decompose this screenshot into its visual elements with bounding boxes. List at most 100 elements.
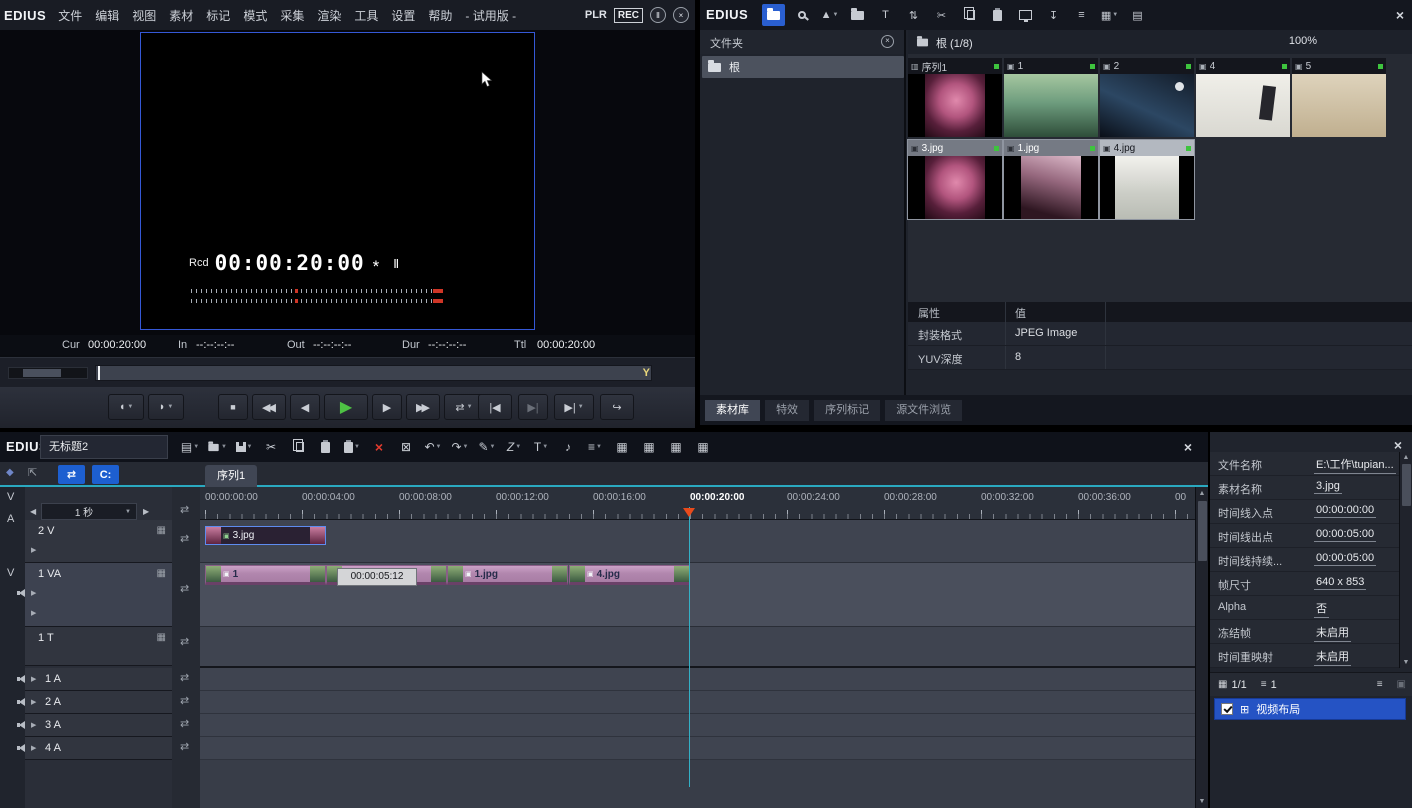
plr-mode-button[interactable]: PLR: [585, 9, 607, 21]
info-value[interactable]: 未启用: [1314, 624, 1351, 642]
column-divider[interactable]: [1005, 302, 1006, 322]
menu-clip[interactable]: 素材: [169, 7, 193, 24]
expand-track-button[interactable]: ▶: [31, 744, 36, 752]
zoom-out-button[interactable]: ◀: [30, 507, 36, 516]
ripple-delete-button[interactable]: ⊠: [394, 435, 418, 459]
timeline-vscrollbar[interactable]: ▲ ▼: [1195, 487, 1208, 808]
track-row-4a[interactable]: [200, 737, 1195, 760]
expand-track-button[interactable]: ▶: [31, 675, 36, 683]
tab-sequence1[interactable]: 序列1: [205, 465, 257, 487]
info-menu-button[interactable]: ≡: [1377, 679, 1383, 690]
tab-effects-page[interactable]: ▦1/1: [1218, 679, 1247, 691]
track-header-3a[interactable]: ▶ 3 A: [25, 714, 172, 737]
folder-item-root[interactable]: 根: [702, 56, 904, 78]
track-header-2a[interactable]: ▶ 2 A: [25, 691, 172, 714]
info-value[interactable]: 3.jpg: [1314, 480, 1342, 494]
title-button[interactable]: T▼: [529, 435, 553, 459]
info-palette-button[interactable]: ▣: [1397, 679, 1406, 690]
track-row-2a[interactable]: [200, 691, 1195, 714]
open-project-button[interactable]: ▼: [205, 435, 229, 459]
bin-tools-button[interactable]: ▤: [1126, 4, 1149, 26]
clip-4jpg[interactable]: ▣4.jpg: [569, 565, 690, 585]
menu-file[interactable]: 文件: [58, 7, 82, 24]
speaker-icon[interactable]: [17, 698, 27, 707]
redo-button[interactable]: ↷▼: [448, 435, 472, 459]
video-layout-item[interactable]: ⊞ 视频布局: [1214, 698, 1406, 720]
info-value[interactable]: 00:00:05:00: [1314, 552, 1376, 566]
rewind-button[interactable]: ◀◀: [252, 394, 286, 420]
next-edit-disabled-button[interactable]: ▶|: [518, 394, 548, 420]
track-sync-toggle[interactable]: ⇄: [180, 532, 189, 545]
asset-card-selected[interactable]: ▣3.jpg: [908, 140, 1002, 219]
c-mode-button[interactable]: C:: [92, 465, 119, 484]
tab-bin[interactable]: 素材库: [705, 400, 760, 421]
next-frame-button[interactable]: ▶: [372, 394, 402, 420]
scroll-down-icon[interactable]: ▼: [1196, 798, 1208, 805]
speaker-icon[interactable]: [17, 744, 27, 753]
menu-render[interactable]: 渲染: [317, 7, 341, 24]
track-row-1a[interactable]: [200, 668, 1195, 691]
next-edit-button[interactable]: ▶|▼: [554, 394, 594, 420]
undo-button[interactable]: ↶▼: [421, 435, 445, 459]
scroll-up-icon[interactable]: ▲: [1196, 490, 1208, 497]
set-out-button[interactable]: ◗▼: [148, 394, 184, 420]
tab-effects[interactable]: 特效: [765, 400, 809, 421]
zoom-in-button[interactable]: ▶: [143, 507, 149, 516]
track-header-4a[interactable]: ▶ 4 A: [25, 737, 172, 760]
track-row-3a[interactable]: [200, 714, 1195, 737]
trim-handle-icon[interactable]: Y: [643, 366, 650, 380]
checkbox-checked[interactable]: [1221, 703, 1233, 715]
menu-settings[interactable]: 设置: [391, 7, 415, 24]
info-value[interactable]: 00:00:00:00: [1314, 504, 1376, 518]
rec-mode-button[interactable]: REC: [614, 8, 643, 23]
new-sequence-button[interactable]: ▤▼: [178, 435, 202, 459]
video-preview[interactable]: Rcd00:00:20:00*Ⅱ: [140, 32, 535, 330]
asset-card-sequence[interactable]: ▥序列1: [908, 58, 1002, 137]
info-value[interactable]: 未启用: [1314, 648, 1351, 666]
close-info-button[interactable]: ×: [1394, 437, 1402, 453]
replace-button[interactable]: ▼: [340, 435, 364, 459]
fast-forward-button[interactable]: ▶▶: [406, 394, 440, 420]
asset-card[interactable]: ▣5: [1292, 58, 1386, 137]
scroll-thumb[interactable]: [1402, 464, 1411, 506]
expand-track-button[interactable]: ▶: [31, 721, 36, 729]
track-sync-toggle[interactable]: ⇄: [180, 582, 189, 595]
scroll-thumb[interactable]: [1198, 501, 1207, 561]
close-bin-button[interactable]: ×: [1396, 7, 1404, 23]
zoom-scrollbar-thumb[interactable]: [23, 369, 61, 377]
position-marker[interactable]: [98, 366, 100, 380]
playhead-line[interactable]: [689, 507, 690, 787]
scroll-up-icon[interactable]: ▲: [1400, 454, 1412, 461]
menu-view[interactable]: 视图: [132, 7, 156, 24]
export-button[interactable]: ↪: [600, 394, 634, 420]
track-sync-toggle[interactable]: ⇄: [180, 503, 189, 516]
track-tool-icon[interactable]: ◆: [6, 467, 14, 478]
menu-capture[interactable]: 采集: [280, 7, 304, 24]
info-value[interactable]: 00:00:05:00: [1314, 528, 1376, 542]
expand-track-button[interactable]: ▶: [31, 698, 36, 706]
speaker-icon[interactable]: [17, 589, 27, 598]
bin-text-button[interactable]: T: [874, 4, 897, 26]
track-sync-toggle[interactable]: ⇄: [180, 740, 189, 753]
bin-copy-button[interactable]: [958, 4, 981, 26]
tab-source-browser[interactable]: 源文件浏览: [885, 400, 962, 421]
close-player-button[interactable]: ×: [673, 7, 689, 23]
bin-new-folder-button[interactable]: [846, 4, 869, 26]
edit-mode-button[interactable]: Z▼: [502, 435, 526, 459]
menu-mode[interactable]: 模式: [243, 7, 267, 24]
expand-track-button[interactable]: ▶: [31, 589, 36, 597]
play-button[interactable]: ▶: [324, 394, 368, 420]
timescale-select[interactable]: 1 秒▼: [41, 503, 137, 520]
clip-3jpg-selected[interactable]: ▣3.jpg: [205, 526, 326, 545]
prev-frame-button[interactable]: ◀: [290, 394, 320, 420]
bin-transfer-button[interactable]: ⇅: [902, 4, 925, 26]
sync-point-icon[interactable]: ⇱: [28, 466, 37, 479]
delete-button[interactable]: ×: [367, 435, 391, 459]
source-patch-v2[interactable]: V: [7, 567, 14, 579]
track-row-2v[interactable]: [200, 520, 1195, 563]
track-header-1t[interactable]: 1 T ▦: [25, 627, 172, 666]
close-folders-button[interactable]: ×: [881, 35, 894, 48]
track-header-1va[interactable]: 1 VA ▦ ▶ ▶: [25, 563, 172, 627]
bin-paste-button[interactable]: [986, 4, 1009, 26]
asset-card-focused[interactable]: ▣4.jpg: [1100, 140, 1194, 219]
